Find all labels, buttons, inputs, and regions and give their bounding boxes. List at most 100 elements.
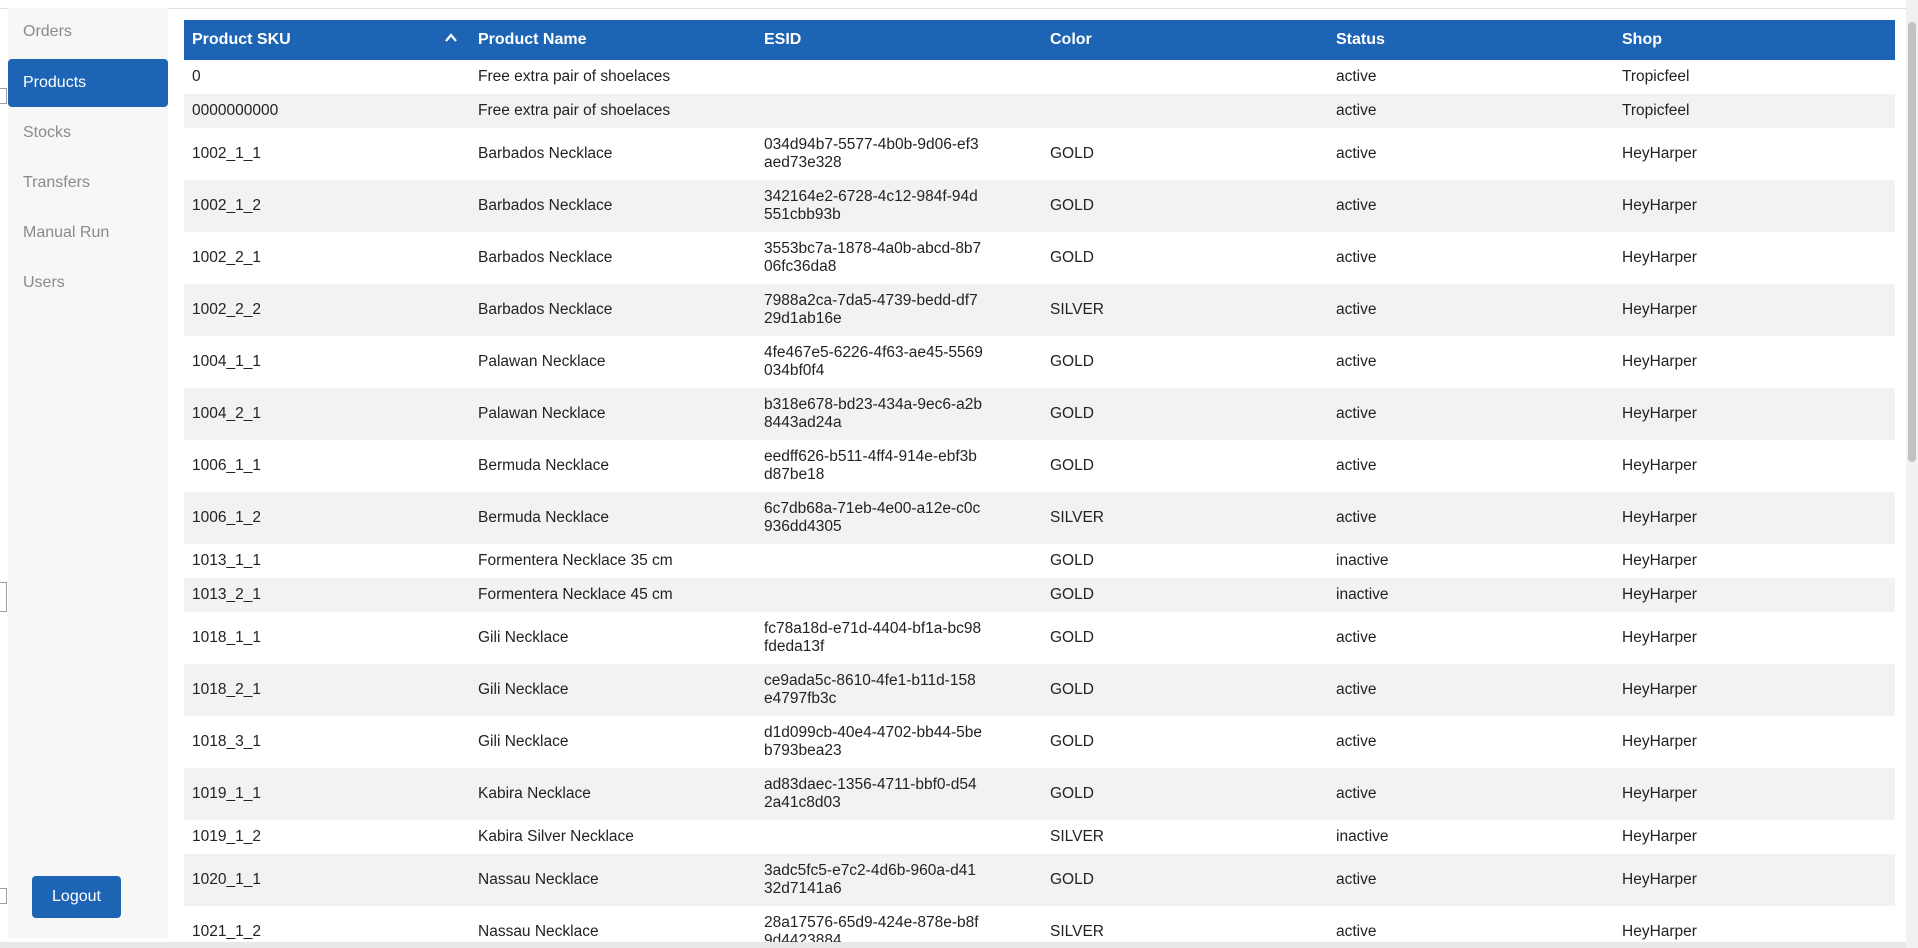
sidebar-item-users[interactable]: Users: [8, 259, 168, 307]
column-header-shop[interactable]: Shop: [1614, 20, 1895, 60]
cell-shop-text: HeyHarper: [1622, 629, 1697, 646]
table-row[interactable]: 1019_1_2 Kabira Silver Necklace SILVER inac…: [184, 820, 1895, 854]
sidebar-item-stocks[interactable]: Stocks: [8, 109, 168, 157]
column-header-status[interactable]: Status: [1328, 20, 1614, 60]
products-table-container: Product SKU Product Name ESID Color Stat…: [184, 20, 1895, 948]
cell-esid: [756, 60, 1042, 94]
cell-status-text: active: [1336, 457, 1377, 474]
cell-sku-text: 1013_2_1: [192, 586, 261, 603]
column-header-product-name[interactable]: Product Name: [470, 20, 756, 60]
cell-shop-text: HeyHarper: [1622, 785, 1697, 802]
column-header-label: Color: [1050, 31, 1092, 48]
column-header-color[interactable]: Color: [1042, 20, 1328, 60]
cell-esid: ad83daec-1356-4711-bbf0-d542a41c8d03: [756, 768, 1042, 820]
cell-name-text: Kabira Necklace: [478, 785, 591, 802]
table-row[interactable]: 1006_1_2 Bermuda Necklace 6c7db68a-71eb-4e…: [184, 492, 1895, 544]
table-row[interactable]: 1013_2_1 Formentera Necklace 45 cm GOLD ina…: [184, 578, 1895, 612]
cell-sku-text: 1019_1_1: [192, 785, 261, 802]
table-row[interactable]: 1018_2_1 Gili Necklace ce9ada5c-8610-4fe1-…: [184, 664, 1895, 716]
cell-status-text: active: [1336, 509, 1377, 526]
table-row[interactable]: 1013_1_1 Formentera Necklace 35 cm GOLD ina…: [184, 544, 1895, 578]
cell-esid-text: ad83daec-1356-4711-bbf0-d542a41c8d03: [764, 776, 977, 811]
column-header-label: Product SKU: [192, 31, 291, 48]
cell-name-text: Barbados Necklace: [478, 301, 613, 318]
cell-shop: HeyHarper: [1614, 820, 1895, 854]
column-header-esid[interactable]: ESID: [756, 20, 1042, 60]
scrollbar-thumb[interactable]: [1908, 22, 1916, 462]
cell-name-text: Bermuda Necklace: [478, 509, 609, 526]
cell-name: Free extra pair of shoelaces: [470, 94, 756, 128]
cell-shop: Tropicfeel: [1614, 60, 1895, 94]
cell-status: active: [1328, 854, 1614, 906]
cell-name: Barbados Necklace: [470, 128, 756, 180]
cell-sku: 1002_1_1: [184, 128, 470, 180]
table-row[interactable]: 1006_1_1 Bermuda Necklace eedff626-b511-4f…: [184, 440, 1895, 492]
sidebar-item-products[interactable]: Products: [8, 59, 168, 107]
cell-sku: 1018_1_1: [184, 612, 470, 664]
cell-shop: HeyHarper: [1614, 284, 1895, 336]
cell-shop-text: HeyHarper: [1622, 681, 1697, 698]
edge-widget-middle: [0, 582, 7, 612]
cell-color-text: SILVER: [1050, 828, 1104, 845]
cell-esid-text: 3553bc7a-1878-4a0b-abcd-8b706fc36da8: [764, 240, 982, 275]
cell-color: GOLD: [1042, 128, 1328, 180]
cell-status: active: [1328, 664, 1614, 716]
cell-color-text: GOLD: [1050, 197, 1094, 214]
cell-shop: HeyHarper: [1614, 544, 1895, 578]
cell-esid-text: 4fe467e5-6226-4f63-ae45-5569034bf0f4: [764, 344, 983, 379]
cell-status-text: active: [1336, 785, 1377, 802]
cell-sku: 1002_2_2: [184, 284, 470, 336]
cell-esid: b318e678-bd23-434a-9ec6-a2b8443ad24a: [756, 388, 1042, 440]
cell-color-text: GOLD: [1050, 681, 1094, 698]
cell-name: Barbados Necklace: [470, 232, 756, 284]
column-header-label: Shop: [1622, 31, 1662, 48]
cell-esid: d1d099cb-40e4-4702-bb44-5beb793bea23: [756, 716, 1042, 768]
vertical-scrollbar[interactable]: [1906, 0, 1918, 948]
cell-status: inactive: [1328, 544, 1614, 578]
cell-shop: HeyHarper: [1614, 180, 1895, 232]
table-row[interactable]: 1002_2_2 Barbados Necklace 7988a2ca-7da5-4…: [184, 284, 1895, 336]
cell-name: Gili Necklace: [470, 612, 756, 664]
cell-status-text: active: [1336, 405, 1377, 422]
table-row[interactable]: 1019_1_1 Kabira Necklace ad83daec-1356-471…: [184, 768, 1895, 820]
sidebar-item-manual-run[interactable]: Manual Run: [8, 209, 168, 257]
cell-sku-text: 1002_2_1: [192, 249, 261, 266]
cell-color-text: GOLD: [1050, 552, 1094, 569]
table-row[interactable]: 1020_1_1 Nassau Necklace 3adc5fc5-e7c2-4d6…: [184, 854, 1895, 906]
cell-shop: HeyHarper: [1614, 768, 1895, 820]
table-row[interactable]: 1004_1_1 Palawan Necklace 4fe467e5-6226-4f…: [184, 336, 1895, 388]
cell-shop: Tropicfeel: [1614, 94, 1895, 128]
sidebar-item-transfers[interactable]: Transfers: [8, 159, 168, 207]
cell-name: Gili Necklace: [470, 716, 756, 768]
cell-shop-text: HeyHarper: [1622, 405, 1697, 422]
cell-sku: 1013_2_1: [184, 578, 470, 612]
cell-shop-text: Tropicfeel: [1622, 68, 1690, 85]
table-row[interactable]: 0000000000 Free extra pair of shoelaces ac…: [184, 94, 1895, 128]
table-row[interactable]: 0 Free extra pair of shoelaces active Tropi…: [184, 60, 1895, 94]
cell-sku: 1018_2_1: [184, 664, 470, 716]
sidebar-item-orders[interactable]: Orders: [8, 8, 168, 56]
cell-sku-text: 1006_1_1: [192, 457, 261, 474]
column-header-product-sku[interactable]: Product SKU: [184, 20, 470, 60]
cell-sku-text: 1018_1_1: [192, 629, 261, 646]
table-row[interactable]: 1018_3_1 Gili Necklace d1d099cb-40e4-4702-…: [184, 716, 1895, 768]
cell-name-text: Nassau Necklace: [478, 871, 599, 888]
bottom-edge: [0, 942, 1906, 948]
cell-name-text: Nassau Necklace: [478, 923, 599, 940]
cell-shop: HeyHarper: [1614, 578, 1895, 612]
table-row[interactable]: 1002_1_2 Barbados Necklace 342164e2-6728-4…: [184, 180, 1895, 232]
column-header-label: Product Name: [478, 31, 587, 48]
cell-sku: 1002_1_2: [184, 180, 470, 232]
cell-status: inactive: [1328, 578, 1614, 612]
cell-color: GOLD: [1042, 716, 1328, 768]
logout-button[interactable]: Logout: [32, 876, 121, 918]
cell-color-text: GOLD: [1050, 785, 1094, 802]
cell-esid-text: eedff626-b511-4ff4-914e-ebf3bd87be18: [764, 448, 977, 483]
cell-name-text: Free extra pair of shoelaces: [478, 102, 671, 119]
cell-color: SILVER: [1042, 492, 1328, 544]
table-row[interactable]: 1004_2_1 Palawan Necklace b318e678-bd23-43…: [184, 388, 1895, 440]
chevron-up-icon[interactable]: [444, 31, 458, 45]
table-row[interactable]: 1018_1_1 Gili Necklace fc78a18d-e71d-4404-…: [184, 612, 1895, 664]
table-row[interactable]: 1002_1_1 Barbados Necklace 034d94b7-5577-4…: [184, 128, 1895, 180]
table-row[interactable]: 1002_2_1 Barbados Necklace 3553bc7a-1878-4…: [184, 232, 1895, 284]
